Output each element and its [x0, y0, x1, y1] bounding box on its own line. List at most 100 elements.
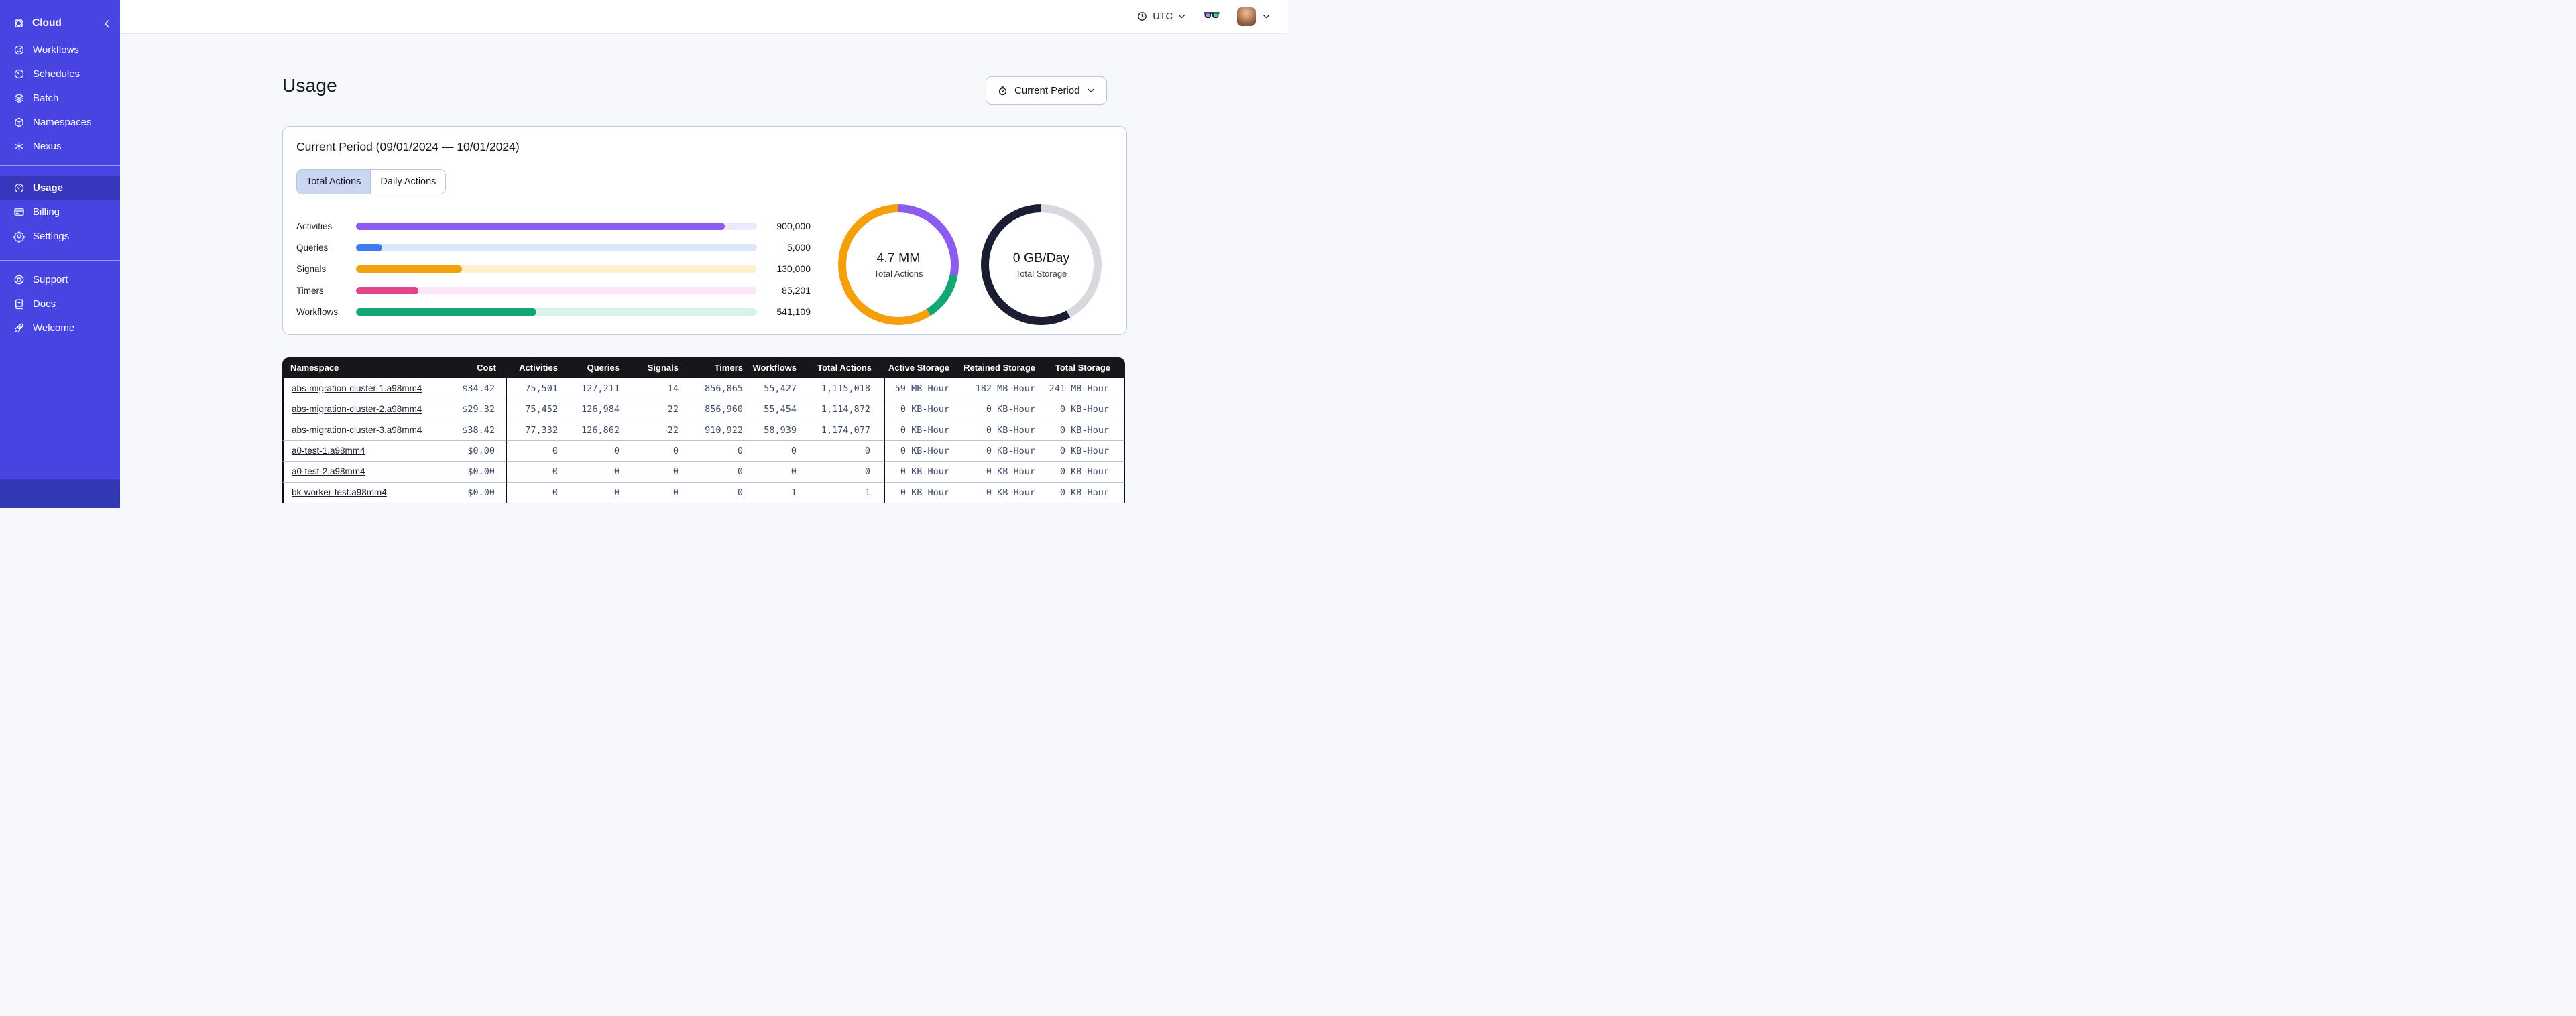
- sidebar-item-nexus[interactable]: Nexus: [0, 134, 120, 158]
- sidebar-collapse-button[interactable]: [102, 19, 112, 29]
- bar-track: [356, 222, 757, 230]
- sidebar-item-label: Usage: [33, 182, 64, 194]
- active-storage-cell: 0 KB-Hour: [885, 399, 957, 420]
- retained-storage-cell: 0 KB-Hour: [957, 399, 1043, 420]
- sidebar-item-label: Billing: [33, 206, 60, 218]
- batch-icon: [13, 92, 25, 105]
- tab-daily-actions[interactable]: Daily Actions: [371, 170, 446, 194]
- workflows-cell: 0: [752, 440, 806, 461]
- cost-cell: $38.42: [426, 420, 507, 440]
- sidebar-item-usage[interactable]: Usage: [0, 176, 120, 200]
- timezone-selector[interactable]: UTC: [1136, 11, 1186, 22]
- bar-label: Signals: [296, 263, 327, 274]
- bar-label: Activities: [296, 220, 333, 231]
- retained-storage-cell: 0 KB-Hour: [957, 420, 1043, 440]
- timers-cell: 0: [688, 482, 752, 503]
- cost-cell: $0.00: [426, 482, 507, 503]
- bar-fill: [356, 222, 725, 230]
- donut-label: Total Storage: [1015, 269, 1067, 279]
- sidebar-item-workflows[interactable]: Workflows: [0, 38, 120, 62]
- signals-cell: 22: [629, 420, 688, 440]
- timezone-label: UTC: [1153, 11, 1173, 22]
- col-header-signals: Signals: [629, 357, 688, 378]
- avatar[interactable]: [1237, 7, 1256, 26]
- active-storage-cell: 0 KB-Hour: [885, 420, 957, 440]
- cost-cell: $29.32: [426, 399, 507, 420]
- col-header-timers: Timers: [688, 357, 752, 378]
- sidebar-item-welcome[interactable]: Welcome: [0, 316, 120, 340]
- main-area: UTC Usage Current Period Current Period …: [120, 0, 1288, 508]
- total-actions-cell: 1,174,077: [806, 420, 885, 440]
- schedules-icon: [13, 68, 25, 80]
- bar-label: Queries: [296, 242, 329, 253]
- bar-row: Activities 900,000: [296, 215, 811, 237]
- timers-cell: 856,960: [688, 399, 752, 420]
- total-actions-donut: 4.7 MM Total Actions: [838, 204, 959, 325]
- sidebar-item-settings[interactable]: Settings: [0, 224, 120, 248]
- active-storage-cell: 0 KB-Hour: [885, 440, 957, 461]
- feedback-glasses-button[interactable]: [1204, 10, 1220, 23]
- activities-cell: 0: [507, 440, 567, 461]
- namespace-link[interactable]: a0-test-1.a98mm4: [292, 446, 365, 456]
- table-row: a0-test-2.a98mm4 $0.00 0 0 0 0 0 0 0 KB-…: [282, 461, 1125, 482]
- activities-cell: 0: [507, 482, 567, 503]
- total-actions-cell: 0: [806, 440, 885, 461]
- activities-cell: 75,452: [507, 399, 567, 420]
- account-menu[interactable]: [1237, 7, 1271, 26]
- bar-value: 900,000: [776, 220, 811, 231]
- bar-track: [356, 308, 757, 316]
- nav-footer: Support Docs Welcome: [0, 267, 120, 340]
- tab-total-actions[interactable]: Total Actions: [297, 170, 371, 194]
- bar-row: Timers 85,201: [296, 279, 811, 301]
- credit-card-icon: [13, 206, 25, 218]
- signals-cell: 14: [629, 378, 688, 399]
- cost-cell: $0.00: [426, 461, 507, 482]
- sidebar-item-support[interactable]: Support: [0, 267, 120, 292]
- col-header-active-storage: Active Storage: [885, 357, 957, 378]
- namespace-link[interactable]: a0-test-2.a98mm4: [292, 466, 365, 477]
- sidebar-item-label: Batch: [33, 92, 59, 104]
- total-actions-cell: 0: [806, 461, 885, 482]
- bar-label: Workflows: [296, 306, 339, 317]
- queries-cell: 126,862: [567, 420, 629, 440]
- bar-row: Workflows 541,109: [296, 301, 811, 322]
- namespace-link[interactable]: abs-migration-cluster-2.a98mm4: [292, 404, 422, 414]
- workflows-cell: 55,454: [752, 399, 806, 420]
- gauge-icon: [13, 182, 25, 194]
- sidebar-item-label: Workflows: [33, 44, 79, 56]
- namespaces-icon: [13, 116, 25, 129]
- timers-cell: 0: [688, 461, 752, 482]
- sidebar-item-label: Docs: [33, 298, 56, 310]
- cost-cell: $34.42: [426, 378, 507, 399]
- bar-value: 541,109: [776, 306, 811, 317]
- workflows-cell: 0: [752, 461, 806, 482]
- timers-cell: 856,865: [688, 378, 752, 399]
- activities-cell: 77,332: [507, 420, 567, 440]
- sidebar-item-billing[interactable]: Billing: [0, 200, 120, 224]
- glasses-icon: [1204, 11, 1220, 18]
- brand-label: Cloud: [32, 17, 62, 29]
- total-storage-cell: 0 KB-Hour: [1043, 440, 1125, 461]
- namespace-link[interactable]: abs-migration-cluster-3.a98mm4: [292, 425, 422, 435]
- sidebar-item-schedules[interactable]: Schedules: [0, 62, 120, 86]
- book-icon: [13, 298, 25, 310]
- col-header-cost: Cost: [426, 357, 507, 378]
- namespace-link[interactable]: bk-worker-test.a98mm4: [292, 487, 387, 497]
- sidebar-item-batch[interactable]: Batch: [0, 86, 120, 110]
- col-header-total-storage: Total Storage: [1043, 357, 1125, 378]
- donut-label: Total Actions: [874, 269, 923, 279]
- bar-track: [356, 243, 757, 251]
- total-storage-cell: 0 KB-Hour: [1043, 461, 1125, 482]
- period-selector-button[interactable]: Current Period: [986, 76, 1107, 105]
- sidebar-divider: [0, 260, 120, 261]
- sidebar-item-docs[interactable]: Docs: [0, 292, 120, 316]
- queries-cell: 126,984: [567, 399, 629, 420]
- sidebar-item-namespaces[interactable]: Namespaces: [0, 110, 120, 134]
- bar-row: Signals 130,000: [296, 258, 811, 279]
- retained-storage-cell: 0 KB-Hour: [957, 482, 1043, 503]
- col-header-workflows: Workflows: [752, 357, 806, 378]
- actions-tab-group: Total Actions Daily Actions: [296, 169, 447, 194]
- namespace-link[interactable]: abs-migration-cluster-1.a98mm4: [292, 383, 422, 393]
- queries-cell: 0: [567, 461, 629, 482]
- bar-value: 130,000: [776, 263, 811, 274]
